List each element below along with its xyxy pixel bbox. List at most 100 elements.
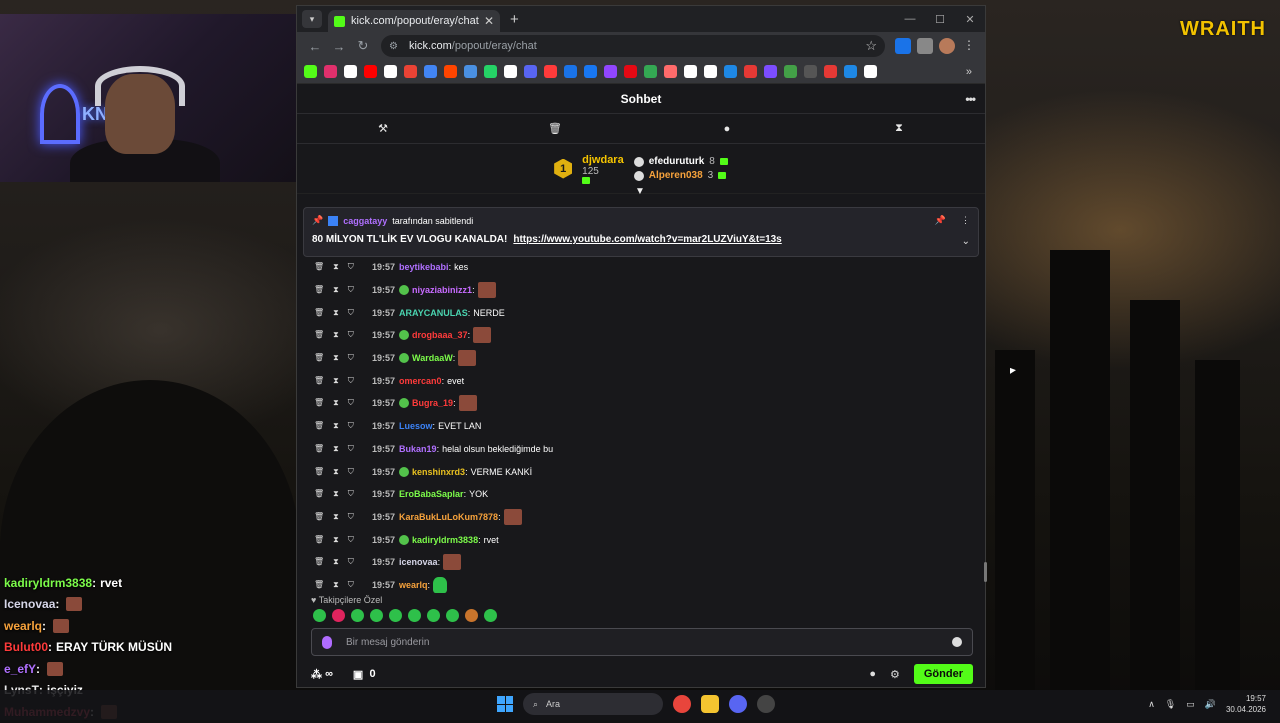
timeout-icon[interactable]: ⧗ <box>333 398 339 408</box>
emote-icon[interactable] <box>370 609 383 622</box>
shield-icon[interactable]: ⛉ <box>348 489 354 499</box>
pinned-menu-icon[interactable]: ⋮ <box>961 215 970 226</box>
microphone-icon[interactable] <box>322 636 332 649</box>
shield-icon[interactable]: ⛉ <box>348 330 354 340</box>
delete-icon[interactable]: 🗑 <box>314 376 324 386</box>
bookmark-icon[interactable] <box>704 65 717 78</box>
bookmark-icon[interactable] <box>684 65 697 78</box>
delete-icon[interactable]: 🗑 <box>314 353 324 363</box>
url-field[interactable]: ⚙ kick.com/popout/eray/chat ☆ <box>381 35 885 57</box>
minimize-icon[interactable]: — <box>895 6 925 32</box>
bookmark-icon[interactable] <box>724 65 737 78</box>
delete-icon[interactable]: 🗑 <box>314 580 324 590</box>
volume-icon[interactable]: 🔊 <box>1205 699 1216 710</box>
delete-icon[interactable]: 🗑 <box>314 557 324 567</box>
timeout-icon[interactable]: ⧗ <box>333 330 339 340</box>
bookmark-icon[interactable] <box>524 65 537 78</box>
shield-icon[interactable]: ⛉ <box>348 535 354 545</box>
gift-box-icon[interactable]: ▣ <box>353 668 363 681</box>
close-tab-icon[interactable]: ✕ <box>484 14 494 28</box>
hourglass-icon[interactable]: ⧗ <box>813 114 985 143</box>
timeout-icon[interactable]: ⧗ <box>333 285 339 295</box>
forward-icon[interactable]: → <box>329 39 349 54</box>
new-tab-icon[interactable]: + <box>510 11 519 28</box>
start-windows-icon[interactable] <box>497 696 513 712</box>
emote-icon[interactable] <box>427 609 440 622</box>
chat-username[interactable]: Bugra_19 <box>412 398 453 408</box>
chat-username[interactable]: ARAYCANULAS <box>399 308 468 318</box>
bookmark-icon[interactable] <box>464 65 477 78</box>
emote-icon[interactable] <box>484 609 497 622</box>
bookmark-icon[interactable] <box>404 65 417 78</box>
delete-icon[interactable]: 🗑 <box>314 330 324 340</box>
message-input[interactable]: Bir mesaj gönderin <box>311 628 973 656</box>
delete-icon[interactable]: 🗑 <box>314 421 324 431</box>
delete-icon[interactable]: 🗑 <box>314 308 324 318</box>
file-explorer-icon[interactable] <box>701 695 719 713</box>
bookmark-icon[interactable] <box>864 65 877 78</box>
chat-settings-bubble-icon[interactable]: ● <box>869 668 876 680</box>
bookmark-icon[interactable] <box>344 65 357 78</box>
bookmark-icon[interactable] <box>784 65 797 78</box>
bookmark-icon[interactable] <box>604 65 617 78</box>
profile-avatar-icon[interactable] <box>939 38 955 54</box>
timeout-icon[interactable]: ⧗ <box>333 535 339 545</box>
timeout-icon[interactable]: ⧗ <box>333 557 339 567</box>
delete-icon[interactable]: 🗑 <box>314 444 324 454</box>
shield-icon[interactable]: ⛉ <box>348 285 354 295</box>
shield-icon[interactable]: ⛉ <box>348 580 354 590</box>
tab-search-button[interactable]: ▾ <box>302 10 322 28</box>
bookmark-icon[interactable] <box>504 65 517 78</box>
bookmark-icon[interactable] <box>364 65 377 78</box>
delete-icon[interactable]: 🗑 <box>314 285 324 295</box>
microphone-tray-icon[interactable]: 🎙 <box>1165 699 1176 710</box>
chat-username[interactable]: icenovaa <box>399 557 438 567</box>
chat-scrollbar[interactable] <box>984 562 987 582</box>
puzzle-icon[interactable] <box>917 38 933 54</box>
emote-icon[interactable] <box>389 609 402 622</box>
expand-down-icon[interactable]: ▼ <box>635 186 645 197</box>
bookmark-icon[interactable] <box>544 65 557 78</box>
supporter-row[interactable]: Alperen0383 <box>634 170 728 181</box>
chat-username[interactable]: kadiryldrm3838 <box>412 535 478 545</box>
chat-bubble-icon[interactable]: ● <box>641 114 813 143</box>
timeout-icon[interactable]: ⧗ <box>333 489 339 499</box>
pinned-link[interactable]: https://www.youtube.com/watch?v=mar2LUZV… <box>513 234 781 245</box>
chat-username[interactable]: Luesow <box>399 421 433 431</box>
send-button[interactable]: Gönder <box>914 664 973 684</box>
settings-gear-icon[interactable]: ⚙ <box>890 668 900 681</box>
timeout-icon[interactable]: ⧗ <box>333 512 339 522</box>
unpin-icon[interactable]: 📌 <box>935 215 946 226</box>
shield-icon[interactable]: ⛉ <box>348 512 354 522</box>
shield-icon[interactable]: ⛉ <box>348 444 354 454</box>
chat-username[interactable]: niyaziabinizz1 <box>412 285 472 295</box>
chat-username[interactable]: KaraBukLuLoKum7878 <box>399 512 498 522</box>
chat-username[interactable]: EroBabaSaplar <box>399 489 464 499</box>
kebab-menu-icon[interactable]: ⋮ <box>961 38 977 54</box>
clock[interactable]: 19:57 30.04.2026 <box>1226 693 1266 715</box>
discord-icon[interactable] <box>729 695 747 713</box>
shield-icon[interactable]: ⛉ <box>348 557 354 567</box>
bookmark-icon[interactable] <box>424 65 437 78</box>
emote-icon[interactable] <box>351 609 364 622</box>
close-window-icon[interactable]: ✕ <box>955 6 985 32</box>
timeout-icon[interactable]: ⧗ <box>333 580 339 590</box>
timeout-icon[interactable]: ⧗ <box>333 444 339 454</box>
delete-icon[interactable]: 🗑 <box>314 398 324 408</box>
chat-username[interactable]: drogbaaa_37 <box>412 330 468 340</box>
taskbar-search[interactable]: ⌕Ara <box>523 693 663 715</box>
bookmark-icon[interactable] <box>304 65 317 78</box>
timeout-icon[interactable]: ⧗ <box>333 353 339 363</box>
chat-username[interactable]: beytikebabi <box>399 262 449 272</box>
maximize-icon[interactable]: ☐ <box>925 6 955 32</box>
emote-icon[interactable] <box>446 609 459 622</box>
bookmark-icon[interactable] <box>584 65 597 78</box>
chat-username[interactable]: omercan0 <box>399 376 442 386</box>
bookmark-icon[interactable] <box>824 65 837 78</box>
bookmark-icon[interactable] <box>384 65 397 78</box>
more-options-icon[interactable]: ••• <box>965 92 975 106</box>
delete-icon[interactable]: 🗑 <box>314 262 324 272</box>
ban-hammer-icon[interactable]: ⚒ <box>297 114 469 143</box>
back-icon[interactable]: ← <box>305 39 325 54</box>
chat-username[interactable]: WardaaW <box>412 353 453 363</box>
